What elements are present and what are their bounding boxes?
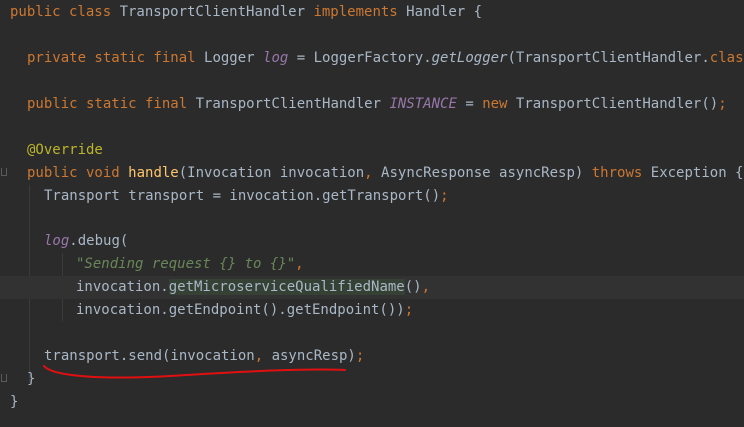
code-editor[interactable]: public class TransportClientHandler impl… xyxy=(0,0,744,427)
red-underline-annotation xyxy=(43,365,346,379)
